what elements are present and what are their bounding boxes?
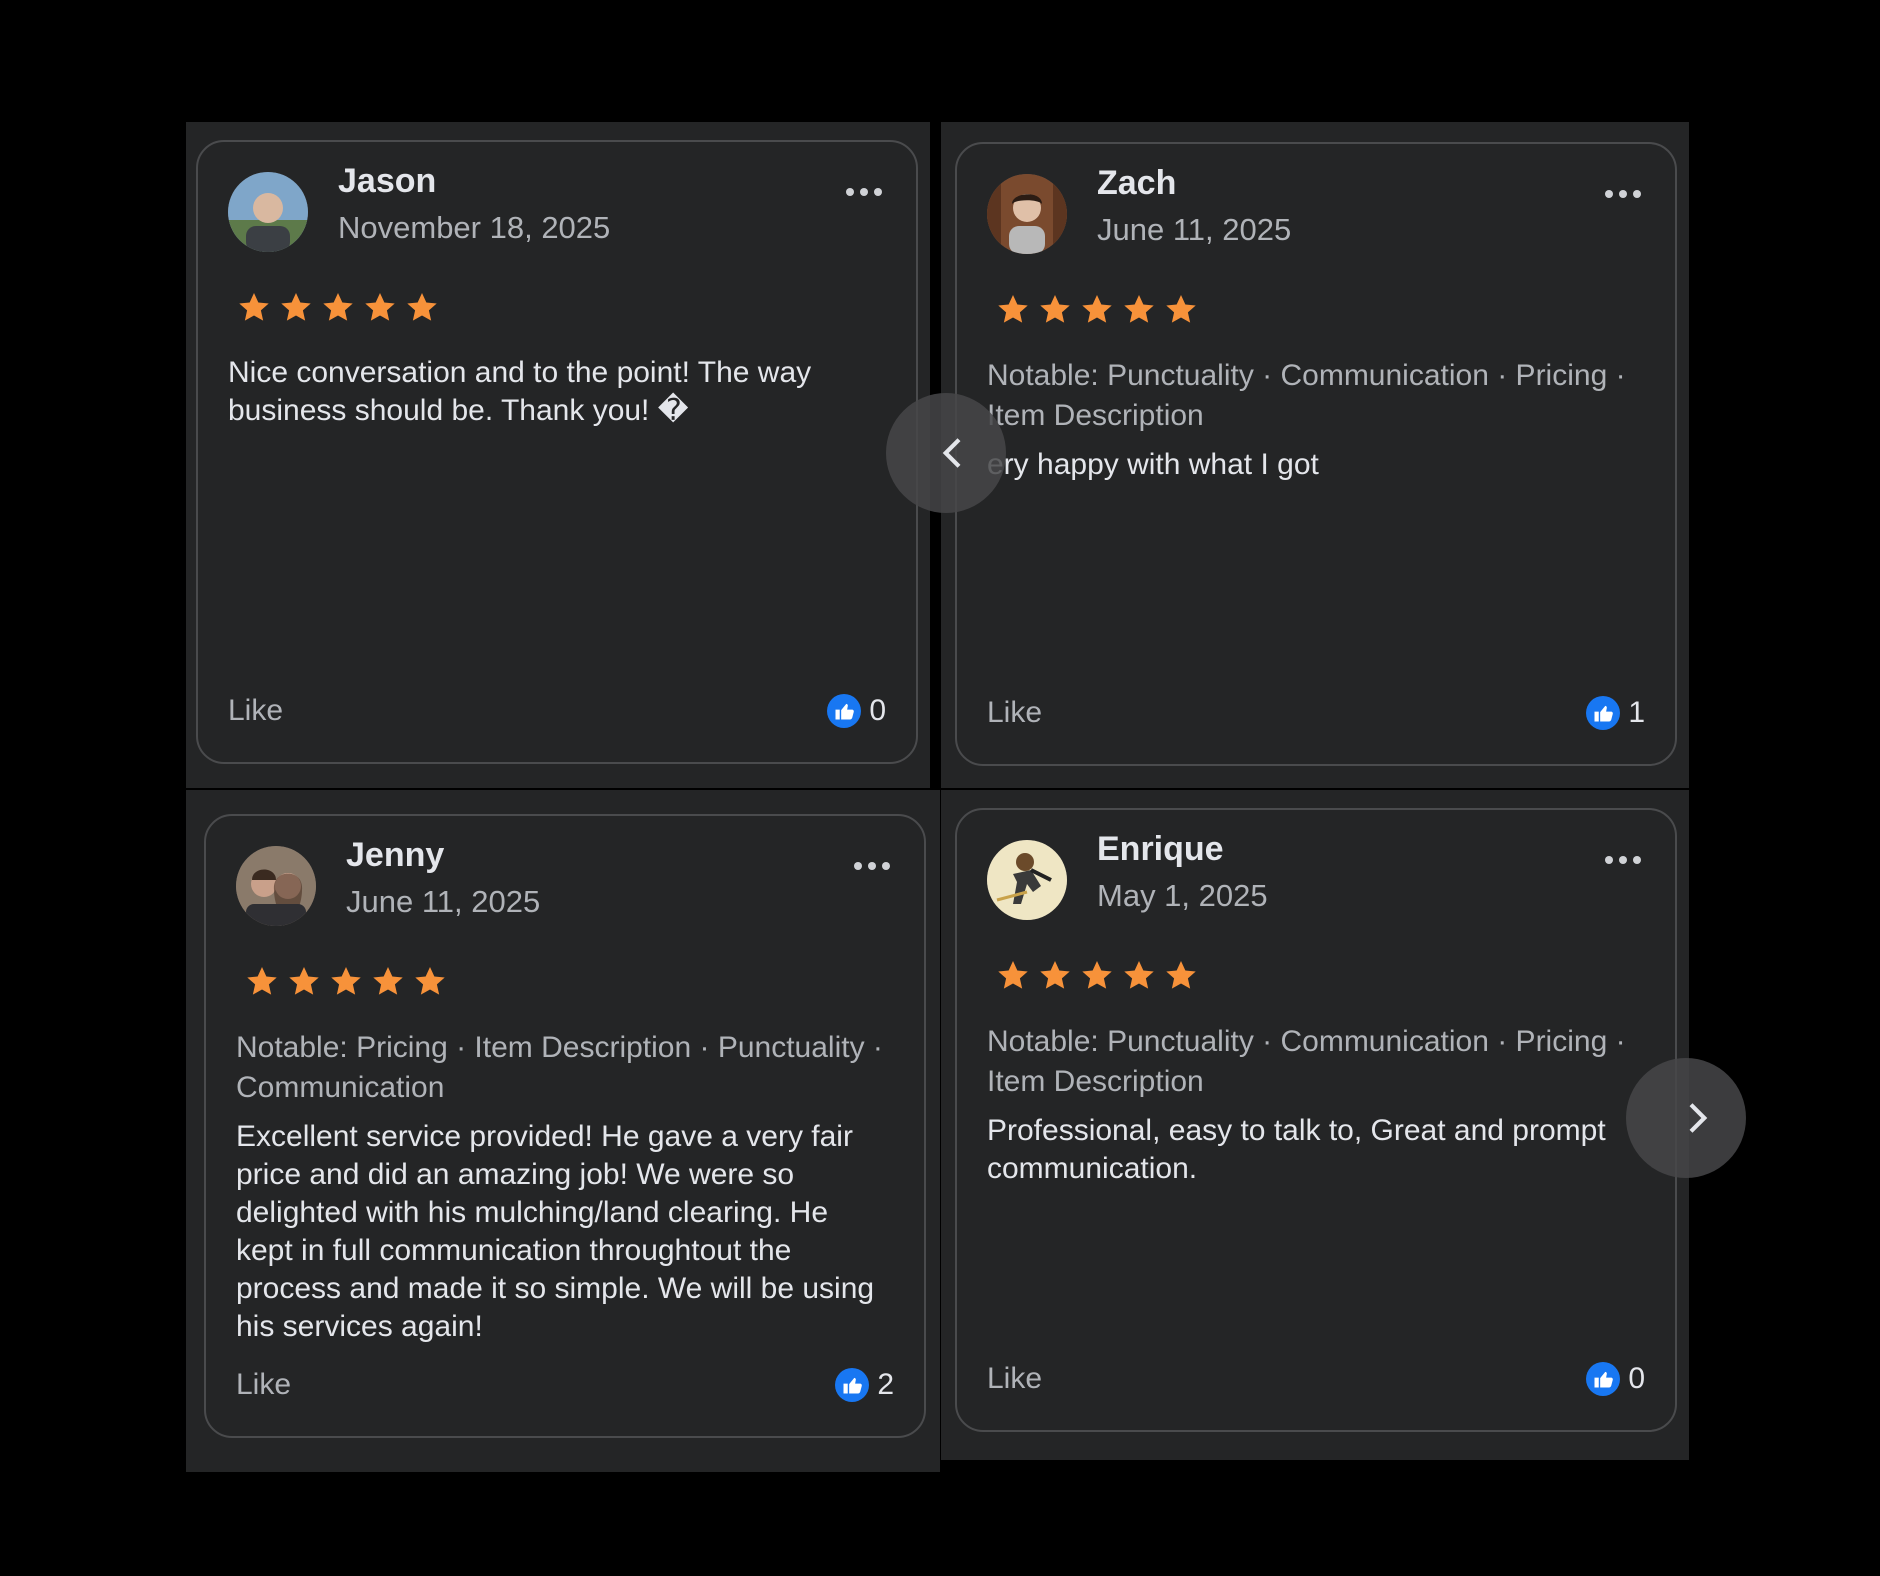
star-icon <box>247 967 277 995</box>
like-count-value: 0 <box>869 694 886 727</box>
thumbs-up-icon <box>827 694 862 728</box>
star-rating <box>236 290 440 326</box>
avatar[interactable] <box>228 172 308 252</box>
chevron-right-icon <box>1689 1103 1708 1133</box>
star-icon <box>281 293 311 321</box>
star-icon <box>415 967 445 995</box>
avatar-image <box>236 846 316 926</box>
review-date: May 1, 2025 <box>1097 878 1268 913</box>
avatar[interactable] <box>987 174 1067 254</box>
star-icon <box>1040 961 1070 989</box>
star-icon <box>1082 961 1112 989</box>
more-options-icon[interactable] <box>1605 190 1641 198</box>
more-options-icon[interactable] <box>846 188 882 196</box>
review-text: Professional, easy to talk to, Great and… <box>987 1114 1606 1185</box>
review-text: ery happy with what I got <box>987 448 1319 481</box>
like-button[interactable]: Like <box>236 1368 291 1402</box>
avatar-image <box>987 174 1067 254</box>
review-date: November 18, 2025 <box>338 210 611 245</box>
star-icon <box>239 293 269 321</box>
star-icon <box>1166 961 1196 989</box>
star-icon <box>331 967 361 995</box>
star-icon <box>998 295 1028 323</box>
review-card: Enrique May 1, 2025 Notable: Punctuality… <box>955 808 1677 1432</box>
reviewer-name[interactable]: Zach <box>1097 164 1176 203</box>
like-button[interactable]: Like <box>987 696 1042 730</box>
reviewer-name[interactable]: Jason <box>338 162 436 201</box>
thumbs-up-icon <box>835 1368 870 1402</box>
carousel-prev-button[interactable] <box>886 393 1006 513</box>
notable-tags: Notable: Pricing · Item Description · Pu… <box>236 1031 883 1104</box>
star-rating <box>995 292 1199 328</box>
avatar-image <box>987 840 1067 920</box>
review-date: June 11, 2025 <box>1097 212 1292 247</box>
star-rating <box>995 958 1199 994</box>
star-rating <box>244 964 448 1000</box>
star-icon <box>407 293 437 321</box>
thumbs-up-icon <box>1586 1362 1621 1396</box>
carousel-next-button[interactable] <box>1626 1058 1746 1178</box>
avatar[interactable] <box>987 840 1067 920</box>
chevron-left-icon <box>942 438 961 468</box>
like-button[interactable]: Like <box>228 694 283 728</box>
star-icon <box>998 961 1028 989</box>
like-count[interactable]: 0 <box>827 694 886 728</box>
avatar-image <box>228 172 308 252</box>
star-icon <box>1082 295 1112 323</box>
star-icon <box>1124 295 1154 323</box>
notable-tags: Notable: Punctuality · Communication · P… <box>987 359 1626 432</box>
review-card: Jenny June 11, 2025 Notable: Pricing · I… <box>204 814 926 1438</box>
like-count-value: 0 <box>1628 1362 1645 1395</box>
star-icon <box>289 967 319 995</box>
star-icon <box>373 967 403 995</box>
star-icon <box>323 293 353 321</box>
star-icon <box>1040 295 1070 323</box>
star-icon <box>1124 961 1154 989</box>
avatar[interactable] <box>236 846 316 926</box>
like-count-value: 2 <box>877 1368 894 1401</box>
review-date: June 11, 2025 <box>346 884 541 919</box>
star-icon <box>365 293 395 321</box>
more-options-icon[interactable] <box>854 862 890 870</box>
reviewer-name[interactable]: Enrique <box>1097 830 1224 869</box>
like-count[interactable]: 2 <box>835 1368 894 1402</box>
like-button[interactable]: Like <box>987 1362 1042 1396</box>
more-options-icon[interactable] <box>1605 856 1641 864</box>
reviewer-name[interactable]: Jenny <box>346 836 444 875</box>
like-count[interactable]: 0 <box>1586 1362 1645 1396</box>
review-card: Jason November 18, 2025 Nice conversatio… <box>196 140 918 764</box>
like-count[interactable]: 1 <box>1586 696 1645 730</box>
like-count-value: 1 <box>1628 696 1645 729</box>
review-card: Zach June 11, 2025 Notable: Punctuality … <box>955 142 1677 766</box>
notable-tags: Notable: Punctuality · Communication · P… <box>987 1025 1626 1098</box>
review-text: Excellent service provided! He gave a ve… <box>236 1120 875 1343</box>
review-text: Nice conversation and to the point! The … <box>228 356 812 427</box>
star-icon <box>1166 295 1196 323</box>
thumbs-up-icon <box>1586 696 1621 730</box>
